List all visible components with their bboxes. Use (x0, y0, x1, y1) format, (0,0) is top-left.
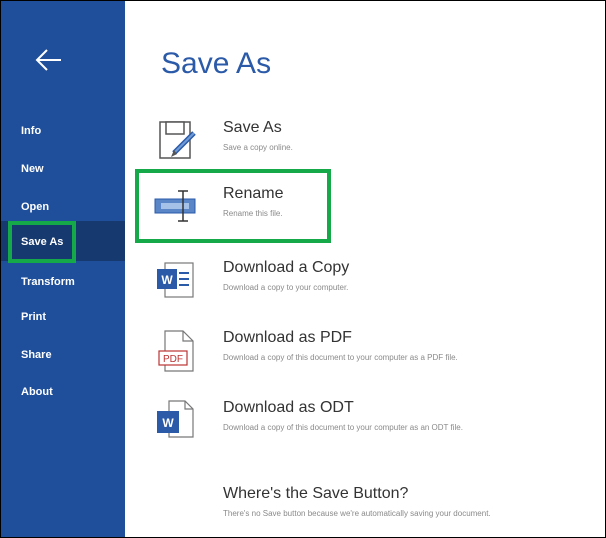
save-as-description: Save a copy online. (223, 143, 293, 152)
download-copy-description: Download a copy to your computer. (223, 283, 349, 292)
svg-text:W: W (162, 416, 174, 430)
download-odt-description: Download a copy of this document to your… (223, 423, 463, 432)
save-button-info-option[interactable]: Where's the Save Button? There's no Save… (149, 479, 589, 535)
download-copy-title: Download a Copy (223, 259, 350, 276)
download-copy-option[interactable]: W Download a Copy Download a copy to you… (149, 253, 589, 309)
sidebar-item-share[interactable]: Share (21, 349, 52, 361)
back-button[interactable] (31, 43, 65, 77)
save-button-info-description: There's no Save button because we're aut… (223, 509, 491, 518)
sidebar: Info New Open Save As Transform Print Sh… (1, 1, 125, 537)
sidebar-item-transform[interactable]: Transform (21, 276, 75, 288)
sidebar-item-new[interactable]: New (21, 163, 44, 175)
save-as-option[interactable]: Save As Save a copy online. (149, 113, 589, 169)
arrow-left-icon (35, 49, 61, 71)
odt-doc-icon: W (153, 397, 201, 445)
pdf-doc-icon: PDF (153, 327, 201, 375)
download-odt-title: Download as ODT (223, 399, 354, 416)
save-as-icon (153, 117, 201, 165)
download-odt-option[interactable]: W Download as ODT Download a copy of thi… (149, 393, 589, 449)
save-as-title: Save As (223, 119, 282, 136)
sidebar-item-open[interactable]: Open (21, 201, 49, 213)
app-window: Info New Open Save As Transform Print Sh… (0, 0, 606, 538)
save-as-highlight-box (8, 221, 76, 263)
sidebar-item-print[interactable]: Print (21, 311, 46, 323)
svg-text:PDF: PDF (163, 354, 183, 365)
download-pdf-title: Download as PDF (223, 329, 352, 346)
save-button-info-title: Where's the Save Button? (223, 485, 409, 502)
rename-highlight-box (135, 169, 331, 243)
sidebar-item-info[interactable]: Info (21, 125, 41, 137)
download-pdf-description: Download a copy of this document to your… (223, 353, 458, 362)
download-pdf-option[interactable]: PDF Download as PDF Download a copy of t… (149, 323, 589, 379)
sidebar-item-about[interactable]: About (21, 386, 53, 398)
svg-text:W: W (161, 273, 173, 287)
word-doc-icon: W (153, 257, 201, 305)
page-title: Save As (161, 47, 272, 80)
